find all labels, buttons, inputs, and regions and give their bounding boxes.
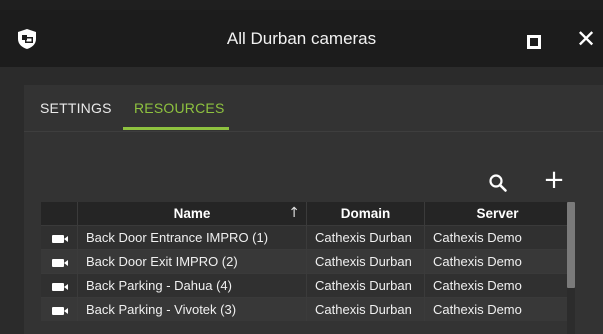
row-name: Back Door Entrance IMPRO (1) — [77, 225, 307, 250]
active-tab-indicator — [123, 127, 229, 130]
column-header-server[interactable]: Server — [424, 202, 571, 226]
row-name: Back Parking - Vivotek (3) — [77, 297, 307, 321]
title-bar: All Durban cameras ✕ — [0, 10, 603, 67]
camera-icon — [51, 282, 68, 291]
tab-bar: SETTINGS RESOURCES — [24, 85, 603, 132]
maximize-button[interactable] — [523, 31, 543, 51]
camera-icon — [51, 306, 68, 315]
row-server: Cathexis Demo — [424, 249, 571, 274]
camera-icon — [51, 258, 68, 267]
row-domain: Cathexis Durban — [306, 273, 425, 298]
maximize-icon — [527, 35, 541, 49]
dialog-window: All Durban cameras ✕ SETTINGS RESOURCES … — [0, 0, 603, 334]
close-button[interactable]: ✕ — [576, 27, 598, 51]
window-title: All Durban cameras — [226, 29, 377, 48]
resources-table: Name ↑ Domain Server Back Door Entrance … — [41, 202, 571, 321]
camera-icon — [51, 234, 68, 243]
table-row[interactable]: Back Parking - Vivotek (3) Cathexis Durb… — [41, 297, 571, 321]
table-row[interactable]: Back Parking - Dahua (4) Cathexis Durban… — [41, 273, 571, 298]
scrollbar-thumb[interactable] — [567, 202, 575, 288]
search-icon[interactable] — [488, 173, 508, 193]
row-server: Cathexis Demo — [424, 297, 571, 321]
table-header-row: Name ↑ Domain Server — [41, 202, 571, 226]
row-domain: Cathexis Durban — [306, 297, 425, 321]
table-scrollbar[interactable] — [567, 202, 575, 334]
row-domain: Cathexis Durban — [306, 249, 425, 274]
window-top-strip — [0, 0, 603, 10]
tab-settings[interactable]: SETTINGS — [40, 100, 112, 116]
row-server: Cathexis Demo — [424, 273, 571, 298]
column-header-name[interactable]: Name ↑ — [77, 202, 307, 226]
add-button[interactable]: + — [542, 167, 566, 193]
dialog-body: SETTINGS RESOURCES + Name ↑ Domain Serve… — [0, 67, 603, 334]
content-panel: SETTINGS RESOURCES + Name ↑ Domain Serve… — [24, 85, 603, 334]
column-header-name-label: Name — [173, 206, 211, 221]
table-row[interactable]: Back Door Exit IMPRO (2) Cathexis Durban… — [41, 249, 571, 274]
row-server: Cathexis Demo — [424, 225, 571, 250]
row-name: Back Door Exit IMPRO (2) — [77, 249, 307, 274]
row-domain: Cathexis Durban — [306, 225, 425, 250]
column-header-icon — [41, 202, 78, 226]
sort-ascending-icon: ↑ — [288, 205, 300, 221]
row-name: Back Parking - Dahua (4) — [77, 273, 307, 298]
table-row[interactable]: Back Door Entrance IMPRO (1) Cathexis Du… — [41, 225, 571, 250]
column-header-domain[interactable]: Domain — [306, 202, 425, 226]
tab-resources[interactable]: RESOURCES — [134, 100, 224, 116]
